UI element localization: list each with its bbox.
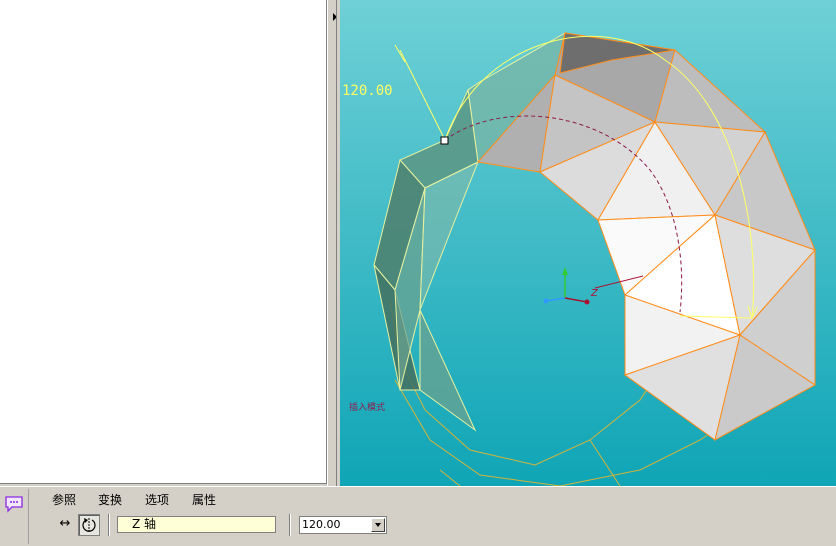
drag-handle[interactable] [440,136,449,145]
rotation-toggle-button[interactable] [78,514,100,536]
angle-value-combobox[interactable]: 120.00 [299,516,387,534]
dashboard-separator [289,514,291,536]
feature-dashboard: 参照 变换 选项 属性 ↔ Z 轴 120.00 [0,486,836,546]
tab-references[interactable]: 参照 [52,491,76,508]
dashboard-divider [28,489,29,544]
rotation-icon [82,518,96,532]
splitter-divider [336,0,337,486]
message-icon[interactable] [4,495,24,513]
model-tree-panel[interactable] [0,0,327,484]
panel-splitter[interactable] [327,0,340,486]
axis-reference-field[interactable]: Z 轴 [117,516,276,533]
tab-transforms[interactable]: 变换 [98,491,122,508]
z-axis-label: Z [590,288,599,299]
direction-arrows-icon[interactable]: ↔ [56,517,74,531]
tab-properties[interactable]: 属性 [192,491,216,508]
angle-value-text[interactable]: 120.00 [302,518,341,531]
dropdown-arrow-icon[interactable] [371,518,385,532]
angle-dimension-text[interactable]: 120.00 [342,83,393,99]
insert-mode-label: 插入模式 [349,401,385,413]
graphics-viewport[interactable]: 120.00 Z 插入模式 [340,0,836,486]
tab-options[interactable]: 选项 [145,491,169,508]
dashboard-separator [108,514,110,536]
